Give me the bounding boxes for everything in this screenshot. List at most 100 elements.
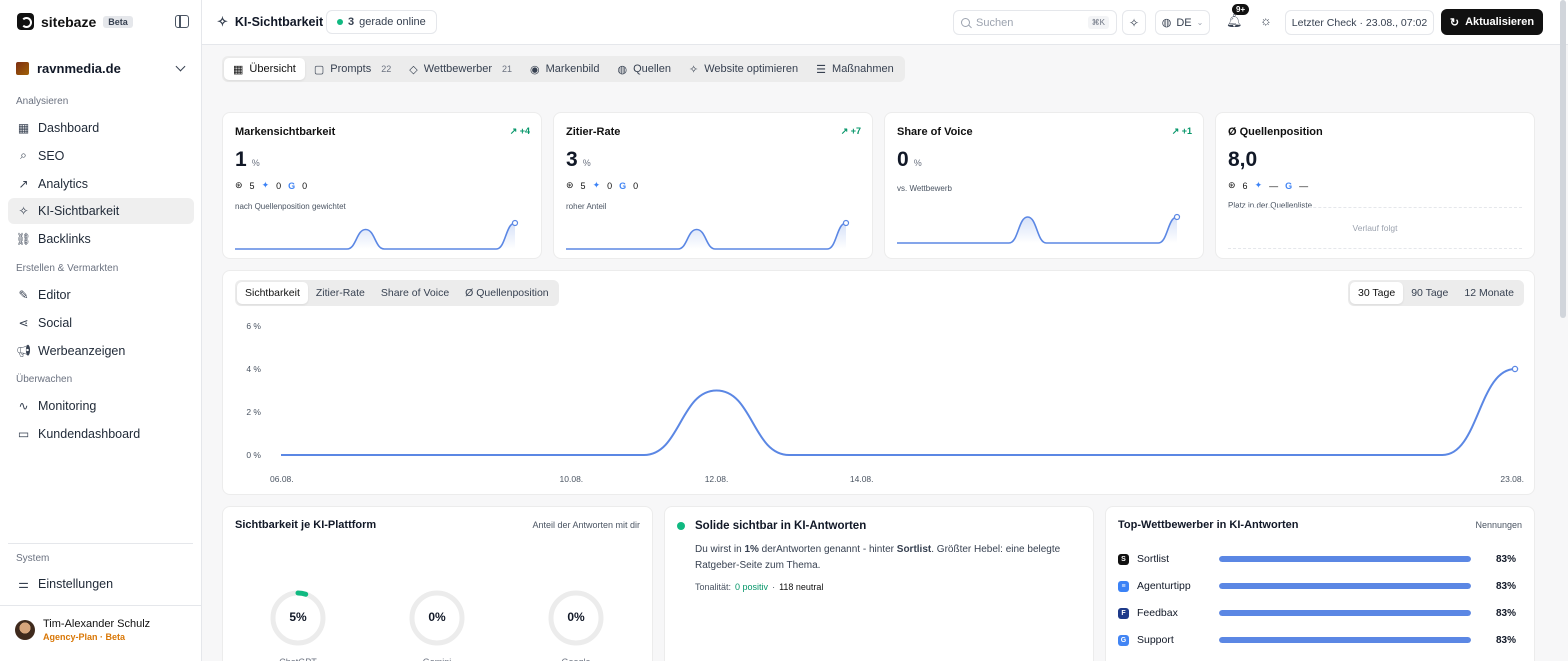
y-tick-label: 0 %	[246, 450, 261, 460]
chevron-down-icon: ⌄	[1196, 18, 1204, 27]
kpi-sparkline	[566, 219, 850, 250]
sidebar-item-label: Monitoring	[38, 399, 97, 414]
x-tick-label: 12.08.	[705, 474, 729, 484]
section-label: Analysieren	[16, 96, 69, 107]
competitor-value: 83%	[1495, 607, 1516, 619]
main-tabs: ▦ Übersicht ▢ Prompts 22 ◇ Wettbewerber 21 ◉ Mark…	[222, 56, 905, 82]
google-icon: G	[288, 180, 296, 191]
sidebar-item-label: Analytics	[38, 176, 89, 191]
tab--bersicht[interactable]: ▦ Übersicht	[224, 58, 305, 80]
kpi-delta: ↗ +1	[1171, 126, 1192, 136]
sidebar-item-werbeanzeigen[interactable]: 📢︎ Werbeanzeigen	[8, 338, 194, 364]
sidebar-item-editor[interactable]: ✎ Editor	[8, 282, 194, 308]
megaphone-icon: 📢︎	[15, 343, 32, 358]
competitor-row[interactable]: G Support 83%	[1118, 633, 1516, 647]
kpi-subtitle: nach Quellenposition gewichtet	[235, 202, 346, 211]
divider	[8, 543, 193, 544]
summary-text: Du wirst in 1% derAntworten genannt - hi…	[695, 544, 1061, 571]
main-content: ✧ KI-Sichtbarkeit 3 gerade online Suchen…	[202, 0, 1568, 661]
y-tick-label: 2 %	[246, 407, 261, 417]
platform-name: Gemini	[397, 657, 477, 661]
language-select[interactable]: ◍ DE ⌄	[1155, 10, 1210, 35]
sidebar-item-seo[interactable]: ⌕ SEO	[8, 143, 194, 169]
notification-badge: 9+	[1232, 4, 1250, 15]
sparkline-endpoint	[511, 219, 519, 227]
online-dot-icon	[337, 19, 343, 25]
ai-assistant-button[interactable]: ✧	[1122, 10, 1146, 35]
bell-icon[interactable]: 🔔︎	[1226, 13, 1243, 29]
sliders-icon: ⚌	[18, 577, 29, 591]
sidebar-item-dashboard[interactable]: ▦ Dashboard	[8, 115, 194, 141]
sidebar-item-social[interactable]: ⋖ Social	[8, 310, 194, 336]
tab-website-optimieren[interactable]: ✧ Website optimieren	[680, 58, 807, 80]
competitor-row[interactable]: F Feedbax 83%	[1118, 606, 1516, 620]
tab-label: Website optimieren	[704, 63, 799, 75]
page-title-text: KI-Sichtbarkeit	[234, 15, 324, 29]
sparkle-icon: ✧	[217, 14, 228, 29]
competitor-name: Feedbax	[1137, 607, 1178, 619]
competitor-bar-fill	[1219, 637, 1471, 643]
data-point[interactable]	[1511, 365, 1519, 373]
google-icon: G	[619, 180, 627, 191]
tab-prompts[interactable]: ▢ Prompts 22	[305, 58, 400, 80]
tab-icon: ◍	[617, 63, 628, 76]
sidebar-item-backlinks[interactable]: ⛓ Backlinks	[8, 226, 194, 252]
refresh-label: Aktualisieren	[1465, 16, 1535, 28]
kpi-delta: ↗ +4	[509, 126, 530, 136]
y-tick-label: 6 %	[246, 321, 261, 331]
x-tick-label: 14.08.	[850, 474, 874, 484]
tab-ma-nahmen[interactable]: ☰ Maßnahmen	[807, 58, 903, 80]
tab-label: Übersicht	[249, 63, 296, 75]
tab-markenbild[interactable]: ◉ Markenbild	[521, 58, 608, 80]
sidebar-item-label: Werbeanzeigen	[38, 343, 126, 358]
workspace-switcher[interactable]: ravnmedia.de	[16, 60, 188, 76]
competitor-row[interactable]: ≡ Agenturtipp 83%	[1118, 579, 1516, 593]
section-label: Erstellen & Vermarkten	[16, 263, 119, 274]
sparkline-area	[566, 223, 846, 249]
sitebaze-logo-icon	[17, 13, 34, 30]
sparkle-icon: ✧	[1128, 15, 1140, 30]
brand[interactable]: sitebaze Beta	[17, 13, 133, 30]
sidebar-item-label: Social	[38, 315, 73, 330]
user-plan: Agency-Plan · Beta	[43, 632, 126, 642]
theme-toggle-icon[interactable]: ☼	[1260, 13, 1272, 28]
kpi-value: 0%	[897, 148, 922, 171]
x-tick-label: 06.08.	[270, 474, 294, 484]
page-title: ✧ KI-Sichtbarkeit	[217, 14, 323, 30]
link-icon: ⛓	[15, 232, 32, 247]
tab-wettbewerber[interactable]: ◇ Wettbewerber 21	[400, 58, 521, 80]
series-line	[281, 368, 1516, 456]
sidebar-toggle-icon[interactable]	[175, 15, 189, 28]
competitor-bar-fill	[1219, 583, 1471, 589]
search-input[interactable]: Suchen ⌘K	[953, 10, 1117, 35]
scrollbar[interactable]	[1560, 0, 1566, 318]
refresh-icon: ↻	[1449, 16, 1460, 29]
tab-label: Markenbild	[545, 63, 600, 75]
competitor-logo-icon: ≡	[1118, 580, 1129, 592]
tab-label: Maßnahmen	[832, 63, 894, 75]
visibility-chart-card: Sichtbarkeit Zitier-Rate Share of Voice Ø Q…	[222, 270, 1535, 495]
competitor-row[interactable]: S Sortlist 83%	[1118, 552, 1516, 566]
tab-quellen[interactable]: ◍ Quellen	[608, 58, 680, 80]
kpi-sparkline	[235, 219, 519, 250]
tonality-label: Tonalität:	[695, 582, 732, 592]
workspace-avatar	[16, 61, 29, 75]
y-tick-label: 4 %	[246, 364, 261, 374]
sidebar-item-analytics[interactable]: ↗ Analytics	[8, 171, 194, 197]
chatgpt-icon: ⊛	[235, 180, 243, 190]
user-profile[interactable]: Tim-Alexander Schulz Agency-Plan · Beta	[15, 618, 150, 642]
topbar: ✧ KI-Sichtbarkeit 3 gerade online Suchen…	[202, 0, 1568, 45]
sidebar-item-monitoring[interactable]: ∿ Monitoring	[8, 393, 194, 419]
refresh-button[interactable]: ↻ Aktualisieren	[1441, 9, 1543, 35]
sidebar-item-kundendashboard[interactable]: ▭ Kundendashboard	[8, 421, 194, 447]
kpi-platform-counts: ⊛ 5 ✦ 0 G 0	[566, 180, 639, 191]
sidebar-item-settings[interactable]: ⚌ Einstellungen	[8, 571, 194, 597]
sidebar-item-label: Einstellungen	[38, 577, 114, 591]
sidebar-item-label: Kundendashboard	[38, 427, 141, 442]
summary-title: Solide sichtbar in KI-Antworten	[695, 520, 867, 532]
competitor-name: Support	[1137, 634, 1174, 646]
gemini-icon: ✦	[592, 180, 601, 190]
visibility-line-chart: 6 % 4 % 2 % 0 % 06.08. 10.08. 12.08. 14.08. 23.0…	[246, 321, 1524, 484]
sidebar-item-ki-sichtbarkeit[interactable]: ✧ KI-Sichtbarkeit	[8, 198, 194, 225]
gemini-icon: ✦	[261, 180, 270, 190]
